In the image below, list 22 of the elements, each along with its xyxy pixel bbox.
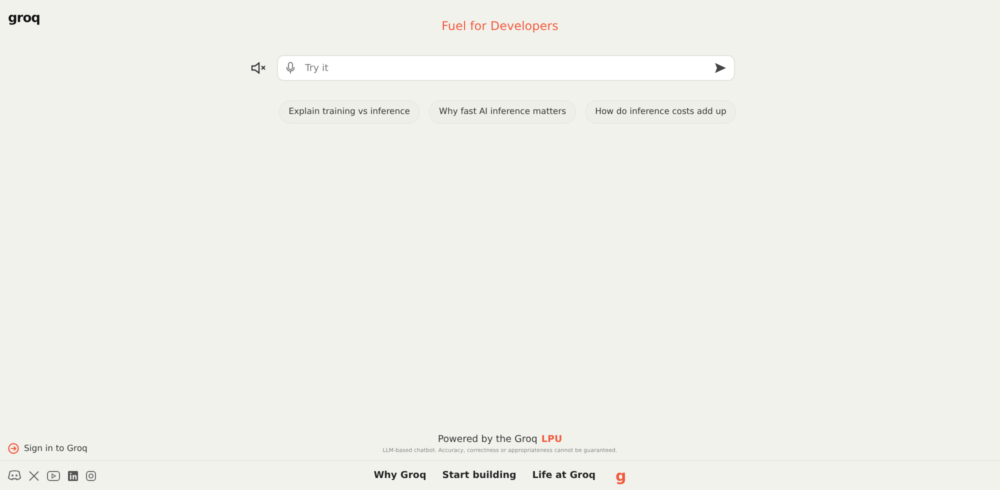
sign-in-link[interactable]: Sign in to Groq [8, 443, 383, 454]
headline: Fuel for Developers [442, 19, 558, 33]
suggestion-chip[interactable]: How do inference costs add up [585, 100, 736, 124]
footer-link[interactable]: Start building [442, 470, 516, 481]
footer-link[interactable]: Life at Groq [532, 470, 596, 481]
powered-by-text: Powered by the Groq [438, 434, 538, 445]
linkedin-icon[interactable] [68, 470, 78, 480]
lpu-label: LPU [541, 434, 562, 445]
send-icon[interactable] [715, 63, 726, 73]
suggestion-chip[interactable]: Why fast AI inference matters [429, 100, 576, 124]
footer-link[interactable]: Why Groq [374, 470, 426, 481]
discord-icon[interactable] [8, 470, 21, 481]
play-icon[interactable] [47, 470, 60, 480]
microphone-icon[interactable] [286, 62, 295, 74]
suggestion-chip[interactable]: Explain training vs inference [278, 100, 420, 124]
camera-icon[interactable] [86, 470, 96, 480]
arrow-circle-icon [8, 443, 19, 454]
prompt-field[interactable]: Try it [277, 55, 735, 81]
x-logo-icon[interactable] [29, 470, 39, 480]
prompt-input[interactable]: Try it [303, 62, 707, 74]
logo[interactable]: groq [8, 12, 108, 26]
mute-icon[interactable] [251, 62, 267, 74]
